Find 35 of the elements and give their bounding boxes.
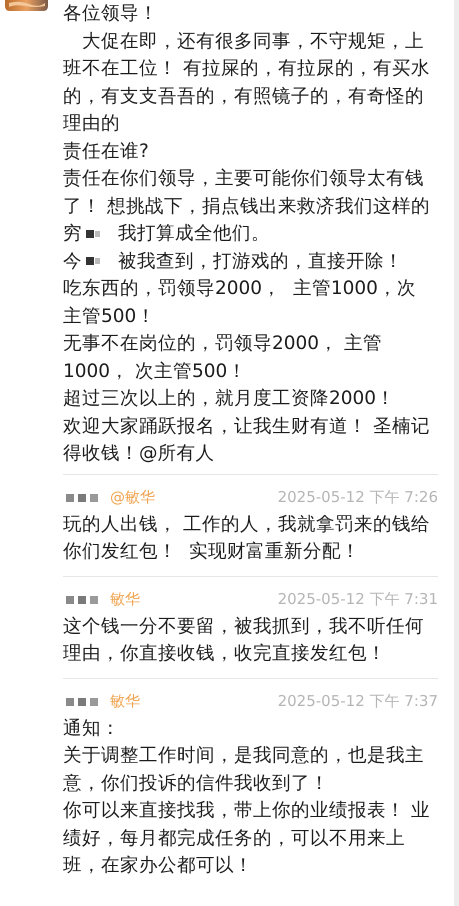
message-text: 今 [63, 250, 82, 274]
message-text: 各位领导！ [63, 2, 159, 26]
message-text: 1000， 次主管500！ [63, 360, 248, 384]
message-text: 通知： [63, 716, 121, 740]
message-text: 穷 [63, 222, 82, 246]
message-text: 意，你们投诉的信件我收到了！ [63, 772, 330, 796]
message-text: 无事不在岗位的，罚领导2000， 主管 [63, 332, 383, 356]
message-text: 我打算成全他们。 [118, 222, 270, 246]
message-text: 绩好，每月都完成任务的，可以不用来上 [63, 826, 406, 850]
sender-name: 敏华 [110, 590, 140, 609]
message-text: 理由的 [63, 112, 121, 136]
message-text: 班，在家办公都可以！ [63, 854, 254, 878]
message-text: 责任在谁? [63, 140, 150, 164]
message-text: 理由，你直接收钱，收完直接发红包！ [63, 642, 387, 666]
message-text: 玩的人出钱， 工作的人，我就拿罚来的钱给 [63, 512, 431, 536]
message-text: 欢迎大家踊跃报名，让我生财有道！ 圣楠记 [63, 414, 431, 438]
message-text: 的，有支支吾吾的，有照镜子的，有奇怪的 [63, 84, 425, 108]
message-text: 主管500！ [63, 304, 156, 328]
message-text: 责任在你们领导，主要可能你们领导太有钱 [63, 167, 425, 191]
message-text: 你可以来直接找我，带上你的业绩报表！ 业 [63, 799, 431, 823]
message-text: 得收钱！@所有人 [63, 442, 216, 466]
message-text: 班不在工位！ 有拉屎的，有拉尿的，有买水 [63, 57, 431, 81]
sender-name: @敏华 [110, 488, 155, 507]
message-time: 2025-05-12 下午 7:31 [278, 590, 438, 609]
message-time: 2025-05-12 下午 7:26 [278, 488, 438, 507]
message-text: 你们发红包！ 实现财富重新分配！ [63, 540, 361, 564]
message-text: 吃东西的，罚领导2000， 主管1000，次 [63, 277, 417, 301]
message-time: 2025-05-12 下午 7:37 [278, 692, 438, 711]
message-text: 这个钱一分不要留，被我抓到，我不听任何 [63, 614, 425, 638]
message-text: 超过三次以上的，就月度工资降2000！ [63, 387, 396, 411]
message-text: 被我查到，打游戏的，直接开除！ [118, 250, 403, 274]
sender-name: 敏华 [110, 692, 140, 711]
message-text: 大促在即，还有很多同事，不守规矩，上 [81, 30, 425, 54]
message-text: 了！ 想挑战下，捐点钱出来救济我们这样的 [63, 194, 431, 218]
message-text: 关于调整工作时间，是我同意的，也是我主 [63, 744, 425, 768]
